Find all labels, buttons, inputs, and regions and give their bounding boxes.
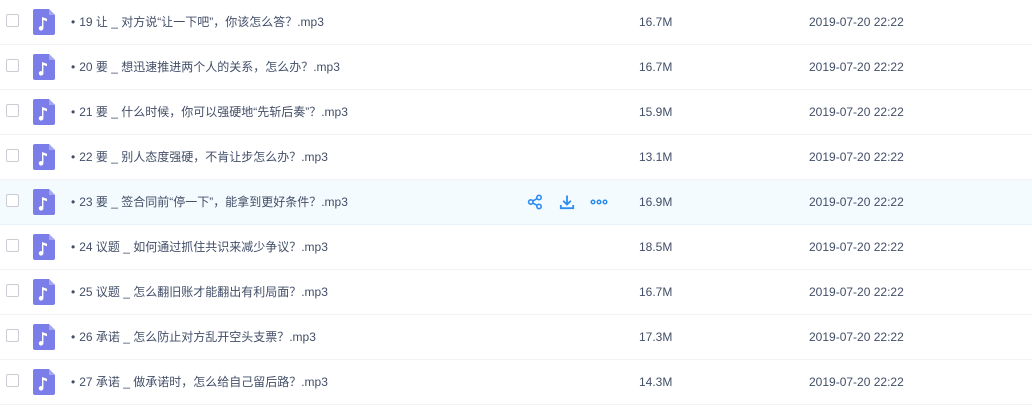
file-date: 2019-07-20 22:22 <box>809 60 904 74</box>
row-checkbox[interactable] <box>6 14 19 27</box>
file-name-text[interactable]: 25 议题 _ 怎么翻旧账才能翻出有利局面？.mp3 <box>79 285 328 299</box>
row-checkbox[interactable] <box>6 284 19 297</box>
file-size: 16.9M <box>639 195 673 209</box>
file-size: 13.1M <box>639 150 673 164</box>
file-name[interactable]: • 19 让 _ 对方说“让一下吧”，你该怎么答？.mp3 <box>71 0 324 44</box>
music-note-icon[interactable] <box>33 234 55 260</box>
bullet: • <box>71 195 76 209</box>
file-size: 15.9M <box>639 105 673 119</box>
file-date: 2019-07-20 22:22 <box>809 150 904 164</box>
music-note-icon[interactable] <box>33 324 55 350</box>
bullet: • <box>71 150 76 164</box>
music-note-icon[interactable] <box>33 279 55 305</box>
file-name[interactable]: • 21 要 _ 什么时候，你可以强硬地“先斩后奏”？.mp3 <box>71 90 348 134</box>
share-icon[interactable] <box>526 193 544 211</box>
file-date: 2019-07-20 22:22 <box>809 285 904 299</box>
file-date: 2019-07-20 22:22 <box>809 330 904 344</box>
file-name-text[interactable]: 19 让 _ 对方说“让一下吧”，你该怎么答？.mp3 <box>79 15 324 29</box>
row-checkbox[interactable] <box>6 104 19 117</box>
file-name[interactable]: • 24 议题 _ 如何通过抓住共识来减少争议？.mp3 <box>71 225 328 269</box>
row-checkbox[interactable] <box>6 194 19 207</box>
bullet: • <box>71 330 76 344</box>
row-checkbox[interactable] <box>6 329 19 342</box>
file-row[interactable]: • 20 要 _ 想迅速推进两个人的关系，怎么办？.mp3 16.7M 2019… <box>0 45 1032 90</box>
bullet: • <box>71 105 76 119</box>
music-note-icon[interactable] <box>33 369 55 395</box>
bullet: • <box>71 285 76 299</box>
music-note-icon[interactable] <box>33 9 55 35</box>
file-name-text[interactable]: 27 承诺 _ 做承诺时，怎么给自己留后路？.mp3 <box>79 375 328 389</box>
row-checkbox[interactable] <box>6 239 19 252</box>
file-date: 2019-07-20 22:22 <box>809 105 904 119</box>
file-size: 18.5M <box>639 240 673 254</box>
row-actions <box>526 193 608 211</box>
row-checkbox[interactable] <box>6 374 19 387</box>
more-icon[interactable] <box>590 193 608 211</box>
row-checkbox[interactable] <box>6 149 19 162</box>
file-name[interactable]: • 20 要 _ 想迅速推进两个人的关系，怎么办？.mp3 <box>71 45 340 89</box>
music-note-icon[interactable] <box>33 54 55 80</box>
file-name[interactable]: • 23 要 _ 签合同前“停一下”，能拿到更好条件？.mp3 <box>71 180 348 224</box>
file-name[interactable]: • 27 承诺 _ 做承诺时，怎么给自己留后路？.mp3 <box>71 360 328 404</box>
file-date: 2019-07-20 22:22 <box>809 240 904 254</box>
bullet: • <box>71 60 76 74</box>
bullet: • <box>71 240 76 254</box>
file-size: 17.3M <box>639 330 673 344</box>
file-size: 16.7M <box>639 285 673 299</box>
file-name[interactable]: • 26 承诺 _ 怎么防止对方乱开空头支票？.mp3 <box>71 315 316 359</box>
bullet: • <box>71 15 76 29</box>
row-checkbox[interactable] <box>6 59 19 72</box>
file-date: 2019-07-20 22:22 <box>809 375 904 389</box>
file-name-text[interactable]: 26 承诺 _ 怎么防止对方乱开空头支票？.mp3 <box>79 330 316 344</box>
file-name-text[interactable]: 23 要 _ 签合同前“停一下”，能拿到更好条件？.mp3 <box>79 195 348 209</box>
file-name-text[interactable]: 20 要 _ 想迅速推进两个人的关系，怎么办？.mp3 <box>79 60 340 74</box>
file-name-text[interactable]: 24 议题 _ 如何通过抓住共识来减少争议？.mp3 <box>79 240 328 254</box>
file-row[interactable]: • 27 承诺 _ 做承诺时，怎么给自己留后路？.mp3 14.3M 2019-… <box>0 360 1032 405</box>
file-name-text[interactable]: 22 要 _ 别人态度强硬，不肯让步怎么办？.mp3 <box>79 150 328 164</box>
file-row[interactable]: • 26 承诺 _ 怎么防止对方乱开空头支票？.mp3 17.3M 2019-0… <box>0 315 1032 360</box>
file-row[interactable]: • 23 要 _ 签合同前“停一下”，能拿到更好条件？.mp3 16.9M 20… <box>0 180 1032 225</box>
file-name[interactable]: • 22 要 _ 别人态度强硬，不肯让步怎么办？.mp3 <box>71 135 328 179</box>
bullet: • <box>71 375 76 389</box>
file-date: 2019-07-20 22:22 <box>809 15 904 29</box>
music-note-icon[interactable] <box>33 189 55 215</box>
file-row[interactable]: • 21 要 _ 什么时候，你可以强硬地“先斩后奏”？.mp3 15.9M 20… <box>0 90 1032 135</box>
file-date: 2019-07-20 22:22 <box>809 195 904 209</box>
file-row[interactable]: • 22 要 _ 别人态度强硬，不肯让步怎么办？.mp3 13.1M 2019-… <box>0 135 1032 180</box>
file-row[interactable]: • 19 让 _ 对方说“让一下吧”，你该怎么答？.mp3 16.7M 2019… <box>0 0 1032 45</box>
download-icon[interactable] <box>558 193 576 211</box>
music-note-icon[interactable] <box>33 99 55 125</box>
file-size: 16.7M <box>639 60 673 74</box>
file-row[interactable]: • 24 议题 _ 如何通过抓住共识来减少争议？.mp3 18.5M 2019-… <box>0 225 1032 270</box>
file-name[interactable]: • 25 议题 _ 怎么翻旧账才能翻出有利局面？.mp3 <box>71 270 328 314</box>
music-note-icon[interactable] <box>33 144 55 170</box>
file-list: • 19 让 _ 对方说“让一下吧”，你该怎么答？.mp3 16.7M 2019… <box>0 0 1032 405</box>
file-name-text[interactable]: 21 要 _ 什么时候，你可以强硬地“先斩后奏”？.mp3 <box>79 105 348 119</box>
file-size: 14.3M <box>639 375 673 389</box>
file-size: 16.7M <box>639 15 673 29</box>
file-row[interactable]: • 25 议题 _ 怎么翻旧账才能翻出有利局面？.mp3 16.7M 2019-… <box>0 270 1032 315</box>
